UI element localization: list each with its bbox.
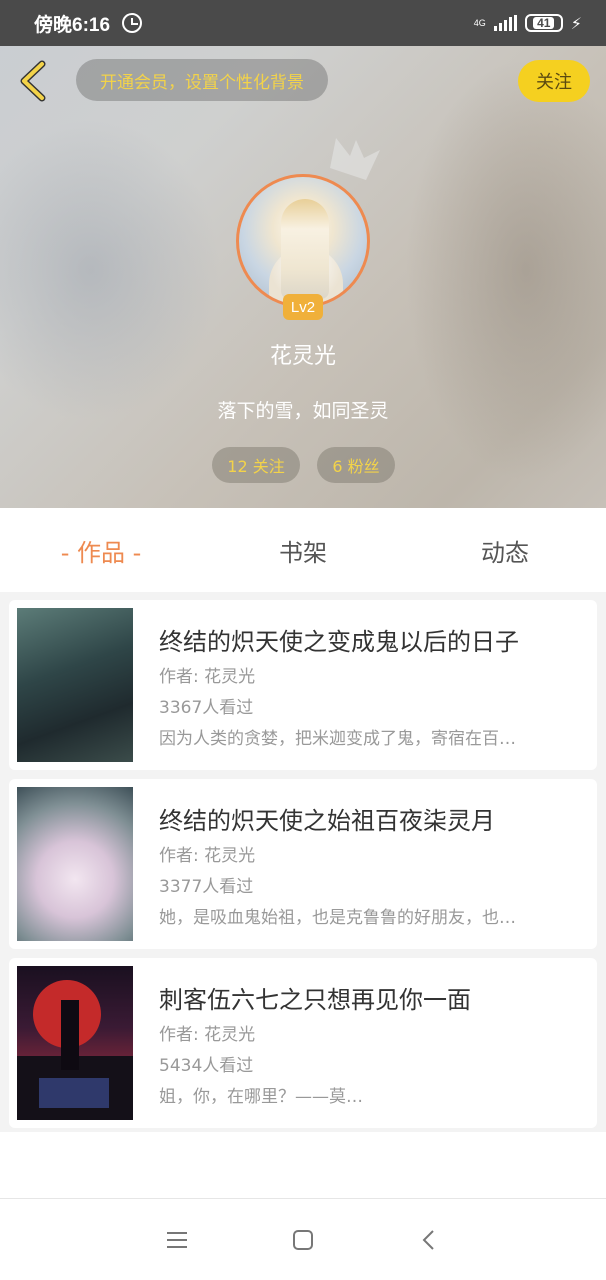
- status-time: 傍晚6:16: [34, 14, 111, 36]
- user-signature: 落下的雪，如同圣灵: [217, 400, 389, 422]
- book-author: 作者: 花灵光: [159, 667, 256, 687]
- tab-activity[interactable]: 动态: [404, 508, 606, 592]
- works-list: 终结的炽天使之变成鬼以后的日子 作者: 花灵光 3367人看过 因为人类的贪婪，…: [0, 592, 606, 1132]
- system-nav-bar: [0, 1198, 606, 1280]
- book-cover: [17, 787, 133, 941]
- tab-bookshelf[interactable]: 书架: [202, 508, 404, 592]
- book-card[interactable]: 终结的炽天使之变成鬼以后的日子 作者: 花灵光 3367人看过 因为人类的贪婪，…: [9, 600, 597, 770]
- book-views: 5434人看过: [159, 1056, 254, 1076]
- tab-works[interactable]: - 作品 -: [0, 508, 202, 592]
- status-icons: 4G 41 ⚡: [474, 14, 582, 33]
- network-label: 4G: [473, 17, 486, 28]
- level-badge: Lv2: [283, 294, 323, 320]
- book-card[interactable]: 终结的炽天使之始祖百夜柒灵月 作者: 花灵光 3377人看过 她，是吸血鬼始祖，…: [9, 779, 597, 949]
- book-description: 因为人类的贪婪，把米迦变成了鬼，寄宿在百…: [159, 729, 516, 749]
- battery-level: 41: [533, 17, 555, 29]
- book-cover: [17, 608, 133, 762]
- book-title: 终结的炽天使之变成鬼以后的日子: [159, 628, 519, 656]
- book-description: 姐，你，在哪里？——莫…: [159, 1087, 363, 1107]
- avatar[interactable]: [236, 174, 370, 308]
- cover-art: [17, 980, 133, 1120]
- back-arrow-icon[interactable]: [14, 58, 54, 104]
- menu-nav-button[interactable]: [114, 1210, 240, 1270]
- battery-icon: 41: [524, 14, 563, 32]
- user-nickname: 花灵光: [269, 344, 336, 369]
- book-description: 她，是吸血鬼始祖，也是克鲁鲁的好朋友，也…: [159, 908, 516, 928]
- home-icon: [293, 1229, 313, 1250]
- book-cover: [17, 966, 133, 1120]
- book-views: 3367人看过: [159, 698, 254, 718]
- alarm-icon: [122, 13, 143, 33]
- book-card[interactable]: 刺客伍六七之只想再见你一面 作者: 花灵光 5434人看过 姐，你，在哪里？——…: [9, 958, 597, 1128]
- charging-icon: ⚡: [570, 13, 582, 33]
- book-views: 3377人看过: [159, 877, 254, 897]
- fans-count[interactable]: 6 粉丝: [317, 447, 395, 483]
- book-title: 刺客伍六七之只想再见你一面: [159, 986, 471, 1014]
- back-nav-button[interactable]: [366, 1210, 492, 1270]
- following-count[interactable]: 12 关注: [212, 447, 300, 483]
- book-author: 作者: 花灵光: [159, 1025, 256, 1045]
- book-author: 作者: 花灵光: [159, 846, 256, 866]
- home-nav-button[interactable]: [240, 1210, 366, 1270]
- profile-tabs: - 作品 - 书架 动态: [0, 508, 606, 592]
- menu-icon: [167, 1231, 187, 1248]
- follow-button[interactable]: 关注: [518, 60, 590, 102]
- vip-background-button[interactable]: 开通会员，设置个性化背景: [76, 59, 328, 101]
- avatar-figure: [281, 199, 329, 299]
- status-bar: 傍晚6:16 4G 41 ⚡: [0, 0, 606, 46]
- book-title: 终结的炽天使之始祖百夜柒灵月: [159, 807, 495, 835]
- signal-icon: [493, 15, 517, 31]
- back-icon: [422, 1229, 434, 1250]
